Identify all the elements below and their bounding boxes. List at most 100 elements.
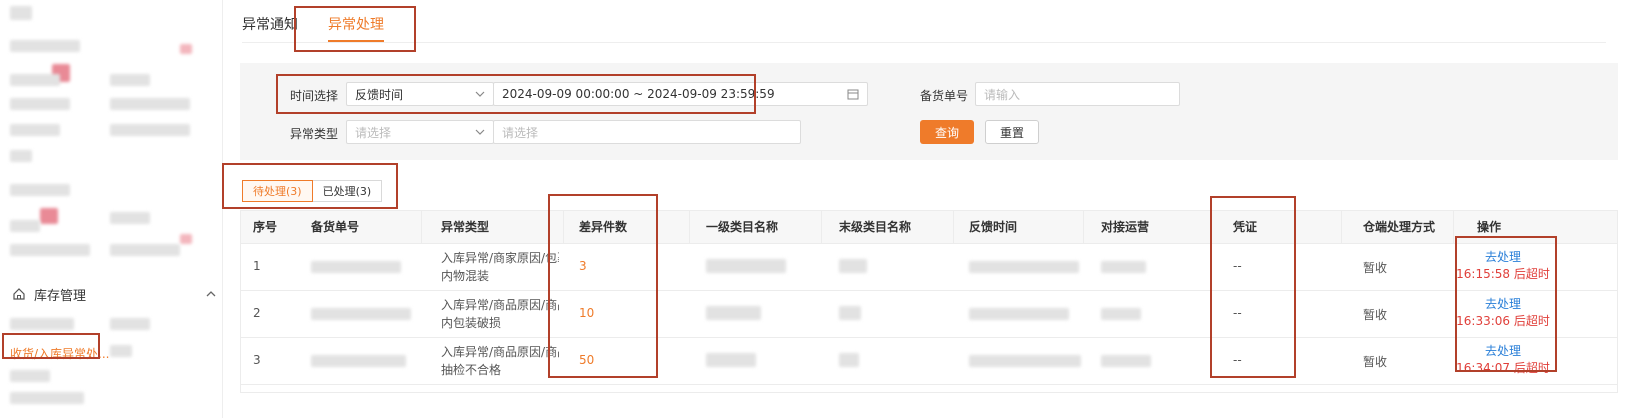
exception-type-select-2[interactable]: 请选择 [493,120,801,144]
blurred-menu-item[interactable] [10,74,60,86]
exception-type-line: 抽检不合格 [441,363,502,377]
blurred-order-number [311,355,406,367]
status-tabs: 待处理(3) 已处理(3) [242,180,383,202]
col-divider [953,211,954,243]
blurred-feedback-time [969,308,1069,320]
blurred-menu-item[interactable] [10,318,74,330]
main-tabs: 异常通知 异常处理 [242,14,414,42]
time-type-select[interactable]: 反馈时间 [346,82,494,106]
col-divider [1083,211,1084,243]
col-divider [1453,211,1454,243]
blurred-menu-item[interactable] [10,370,50,382]
blurred-menu-item[interactable] [10,6,32,20]
blurred-order-number [311,308,411,320]
blurred-operator [1101,261,1146,273]
blurred-menu-item[interactable] [110,212,150,224]
operation-cell: 去处理 16:15:58 后超时 [1453,249,1553,283]
col-header: 反馈时间 [969,220,1018,234]
process-link[interactable]: 去处理 [1453,343,1553,360]
exception-type-label: 异常类型 [290,127,339,141]
blurred-menu-item[interactable] [10,150,32,162]
col-header: 差异件数 [579,220,628,234]
tab-exception-notice[interactable]: 异常通知 [242,14,298,42]
exception-type-line: 入库异常/商品原因/商品 [441,298,559,312]
order-number-label: 备货单号 [920,89,969,103]
blurred-menu-item[interactable] [10,184,70,196]
table-row: 1 入库异常/商家原因/包裹 内物混装 3 -- 暂收 去处理 16:15:58… [241,243,1617,291]
timeout-countdown: 16:15:58 后超时 [1456,267,1550,281]
col-divider [563,211,564,243]
col-divider [1341,211,1342,243]
proof-cell: -- [1233,353,1242,367]
time-type-value: 反馈时间 [355,87,404,102]
tab-processed[interactable]: 已处理(3) [312,180,383,202]
filter-panel: 时间选择 反馈时间 2024-09-09 00:00:00 ~ 2024-09-… [240,63,1618,160]
process-link[interactable]: 去处理 [1453,296,1553,313]
blurred-operator [1101,355,1151,367]
timeout-countdown: 16:33:06 后超时 [1456,314,1550,328]
blurred-badge [180,234,192,244]
diff-count: 10 [579,306,595,320]
blurred-badge [40,208,58,224]
blurred-menu-item[interactable] [110,74,150,86]
reset-button[interactable]: 重置 [985,120,1039,144]
sidebar-section-inventory[interactable]: 库存管理 [12,280,217,308]
process-link[interactable]: 去处理 [1453,249,1553,266]
blurred-category [706,353,756,367]
row-index: 1 [253,259,261,273]
chevron-down-icon [475,91,485,97]
col-header: 一级类目名称 [706,220,779,234]
blurred-menu-item[interactable] [10,98,70,110]
exception-table: 序号 备货单号 异常类型 差异件数 一级类目名称 末级类目名称 反馈时间 对接运… [240,210,1618,393]
blurred-menu-item[interactable] [10,40,80,52]
handling-method: 暂收 [1363,261,1388,275]
blurred-menu-item[interactable] [110,244,180,256]
blurred-order-number [311,261,401,273]
blurred-menu-item[interactable] [110,98,190,110]
date-range-picker[interactable]: 2024-09-09 00:00:00 ~ 2024-09-09 23:59:5… [493,82,868,106]
row-index: 2 [253,306,261,320]
chevron-down-icon [475,129,485,135]
exception-type-line: 内包装破损 [441,316,502,330]
timeout-countdown: 16:34:07 后超时 [1456,361,1550,375]
exception-type-placeholder-1: 请选择 [355,125,392,140]
exception-type-select-1[interactable]: 请选择 [346,120,494,144]
blurred-category [706,306,761,320]
exception-type-line: 入库异常/商家原因/包裹 [441,251,559,265]
handling-method: 暂收 [1363,355,1388,369]
sidebar: 库存管理 收货/入库异常处... [0,0,223,418]
col-divider [1211,211,1212,243]
blurred-menu-item[interactable] [110,124,190,136]
blurred-menu-item[interactable] [110,318,150,330]
tab-pending[interactable]: 待处理(3) [242,180,313,202]
blurred-menu-item[interactable] [110,345,132,357]
query-button[interactable]: 查询 [920,120,974,144]
proof-cell: -- [1233,306,1242,320]
tab-divider [242,42,1606,43]
col-header: 序号 [253,220,278,234]
row-index: 3 [253,353,261,367]
tab-exception-handling[interactable]: 异常处理 [328,14,384,42]
calendar-icon [847,89,859,100]
blurred-menu-item[interactable] [10,124,60,136]
blurred-menu-item[interactable] [10,244,90,256]
exception-type-cell: 入库异常/商品原因/商品 内包装破损 [441,296,559,332]
blurred-feedback-time [969,355,1081,367]
col-divider [689,211,690,243]
blurred-menu-item[interactable] [10,392,84,404]
diff-count: 3 [579,259,587,273]
col-header: 异常类型 [441,220,490,234]
chevron-up-icon [206,291,216,297]
blurred-feedback-time [969,261,1079,273]
col-divider [421,211,422,243]
exception-type-line: 内物混装 [441,269,490,283]
operation-cell: 去处理 16:33:06 后超时 [1453,296,1553,330]
sidebar-item-receiving-exception[interactable]: 收货/入库异常处... [10,345,110,362]
col-divider [821,211,822,243]
blurred-menu-item[interactable] [10,220,40,232]
table-row: 3 入库异常/商品原因/商品 抽检不合格 50 -- 暂收 去处理 16:34:… [241,337,1617,385]
date-range-value: 2024-09-09 00:00:00 ~ 2024-09-09 23:59:5… [502,87,775,101]
blurred-badge [180,44,192,54]
order-number-input[interactable]: 请输入 [975,82,1180,106]
exception-type-cell: 入库异常/商家原因/包裹 内物混装 [441,249,559,285]
